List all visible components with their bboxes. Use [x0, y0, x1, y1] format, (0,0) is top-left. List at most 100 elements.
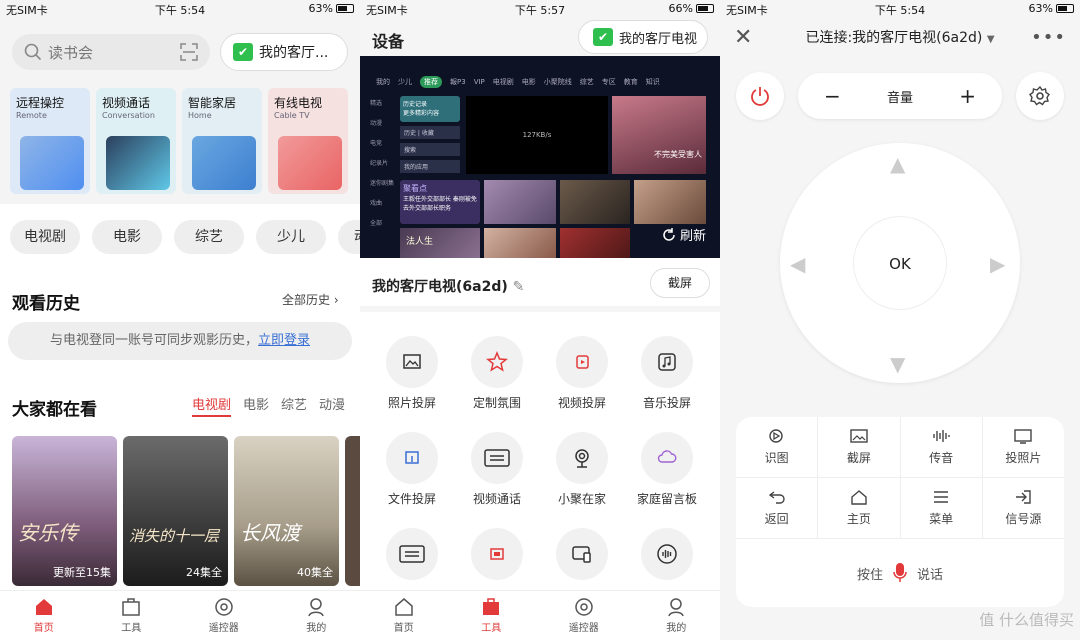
volume-control: − 音量 +	[798, 73, 1002, 119]
settings-button[interactable]	[1016, 72, 1064, 120]
tool-video-call[interactable]: 视频通话	[452, 432, 542, 507]
chip-movie[interactable]: 电影	[92, 220, 162, 254]
tv-thumb	[484, 180, 556, 224]
tool-home-camera[interactable]: 小聚在家	[537, 432, 627, 507]
nav-home[interactable]: 首页	[394, 597, 414, 634]
chevron-down-icon: ▼	[986, 34, 995, 45]
tool-ambience[interactable]: 定制氛围	[452, 336, 542, 411]
poster-card[interactable]: 消失的十一层 24集全	[123, 436, 228, 586]
connection-title[interactable]: 已连接:我的客厅电视(6a2d) ▼	[720, 27, 1080, 47]
nav-tools[interactable]: 工具	[481, 597, 501, 634]
ok-button[interactable]: OK	[853, 216, 947, 310]
battery-icon	[1056, 4, 1074, 13]
tool-item[interactable]	[622, 528, 712, 580]
key-image-recognition[interactable]: 识图	[736, 417, 819, 477]
card-title: 视频通话	[102, 96, 151, 110]
nav-tools[interactable]: 工具	[121, 597, 141, 634]
edit-icon[interactable]: ✎	[513, 279, 525, 295]
key-back[interactable]: 返回	[736, 478, 819, 538]
key-screenshot[interactable]: 截屏	[818, 417, 901, 477]
volume-label: 音量	[886, 90, 913, 106]
scan-icon[interactable]	[180, 43, 198, 61]
user-icon	[668, 598, 684, 617]
dpad-down[interactable]: ▼	[890, 352, 905, 376]
photo-icon	[386, 336, 438, 388]
tab-variety[interactable]: 综艺	[281, 394, 307, 417]
card-title: 远程操控	[16, 96, 65, 110]
back-arrow-icon	[768, 491, 785, 504]
status-bar: 无SIM卡 下午 5:54 63%	[720, 0, 1080, 18]
screenshot-button[interactable]: 截屏	[650, 268, 710, 298]
tv-btn: 我的应用	[400, 160, 460, 173]
login-link[interactable]: 立即登录	[258, 333, 310, 348]
home-icon	[395, 598, 413, 616]
tab-anime[interactable]: 动漫	[319, 394, 345, 417]
toolbox-icon	[483, 598, 500, 615]
tool-item[interactable]	[367, 528, 457, 580]
tool-file-cast[interactable]: 文件投屏	[367, 432, 457, 507]
chip-variety[interactable]: 综艺	[174, 220, 244, 254]
more-icon[interactable]: •••	[1031, 27, 1066, 48]
tool-item[interactable]	[452, 528, 542, 580]
nav-me[interactable]: 我的	[306, 597, 326, 634]
nav-remote[interactable]: 遥控器	[209, 597, 239, 634]
key-menu[interactable]: 菜单	[901, 478, 983, 538]
tv-thumb	[560, 228, 630, 258]
volume-down-button[interactable]: −	[824, 84, 841, 108]
card-remote[interactable]: 远程操控 Remote	[10, 88, 90, 194]
poster-card[interactable]: 长风渡 40集全	[234, 436, 339, 586]
hold-to-talk-button[interactable]: 按住 说话	[736, 539, 1064, 607]
nav-me[interactable]: 我的	[666, 597, 686, 634]
audio-wave-icon	[641, 528, 693, 580]
tab-tv-series[interactable]: 电视剧	[192, 394, 232, 417]
key-source[interactable]: 信号源	[983, 478, 1064, 538]
tool-music-cast[interactable]: 音乐投屏	[622, 336, 712, 411]
tv-device-button[interactable]: ✔ 我的客厅...	[220, 33, 348, 71]
dpad-up[interactable]: ▲	[890, 152, 905, 176]
remote-icon	[215, 598, 233, 616]
key-home[interactable]: 主页	[818, 478, 901, 538]
tv-thumb	[484, 228, 556, 258]
key-voice-send[interactable]: 传音	[901, 417, 983, 477]
chip-tv-series[interactable]: 电视剧	[10, 220, 80, 254]
history-title: 观看历史	[12, 294, 80, 314]
connected-check-icon: ✔	[593, 28, 613, 46]
tv-sidebar: 精选 动漫 电竞 纪录片 迷你剧集 戏曲 全部	[370, 100, 395, 227]
tv-name: 我的客厅电视(6a2d) ✎	[372, 279, 525, 295]
tool-video-cast[interactable]: 视频投屏	[537, 336, 627, 411]
chip-anime[interactable]: 动	[338, 220, 360, 254]
tv-btn: 搜索	[400, 143, 460, 156]
nav-home[interactable]: 首页	[34, 597, 54, 634]
tool-item[interactable]	[537, 528, 627, 580]
tools-screen: 无SIM卡 下午 5:57 66% 设备 ✔ 我的客厅电视 我的 少儿 推荐 報P…	[360, 0, 720, 640]
card-smart-home[interactable]: 智能家居 Home	[182, 88, 262, 194]
connected-check-icon: ✔	[233, 43, 253, 61]
poster-episodes: 更新至15集	[53, 566, 111, 579]
tool-message-board[interactable]: 家庭留言板	[622, 432, 712, 507]
card-video-call[interactable]: 视频通话 Conversation	[96, 88, 176, 194]
search-input[interactable]: 读书会	[12, 34, 210, 70]
bottom-nav: 首页 工具 遥控器 我的	[0, 590, 360, 640]
key-cast-photo[interactable]: 投照片	[983, 417, 1064, 477]
home-icon	[35, 599, 52, 615]
tool-photo-cast[interactable]: 照片投屏	[367, 336, 457, 411]
nav-remote[interactable]: 遥控器	[569, 597, 599, 634]
refresh-button[interactable]: 刷新	[662, 225, 706, 244]
chip-kids[interactable]: 少儿	[256, 220, 326, 254]
volume-up-button[interactable]: +	[959, 84, 976, 108]
function-keys: 识图 截屏 传音 投照片 返回 主页 菜单 信号源 按住 说话	[736, 417, 1064, 607]
tv-device-label: 我的客厅电视	[619, 31, 698, 47]
power-button[interactable]	[736, 72, 784, 120]
dpad-right[interactable]: ▶	[990, 252, 1005, 276]
card-cable-tv[interactable]: 有线电视 Cable TV	[268, 88, 348, 194]
card-title: 智能家居	[188, 96, 237, 110]
bottom-nav: 首页 工具 遥控器 我的	[360, 590, 720, 640]
history-more-link[interactable]: 全部历史 ›	[282, 291, 339, 308]
tv-device-button[interactable]: ✔ 我的客厅电视	[578, 20, 708, 54]
poster-card[interactable]	[345, 436, 360, 586]
file-cast-icon	[386, 432, 438, 484]
video-call-icon	[471, 432, 523, 484]
poster-card[interactable]: 安乐传 更新至15集	[12, 436, 117, 586]
tab-movie[interactable]: 电影	[243, 394, 269, 417]
dpad-left[interactable]: ◀	[790, 252, 805, 276]
